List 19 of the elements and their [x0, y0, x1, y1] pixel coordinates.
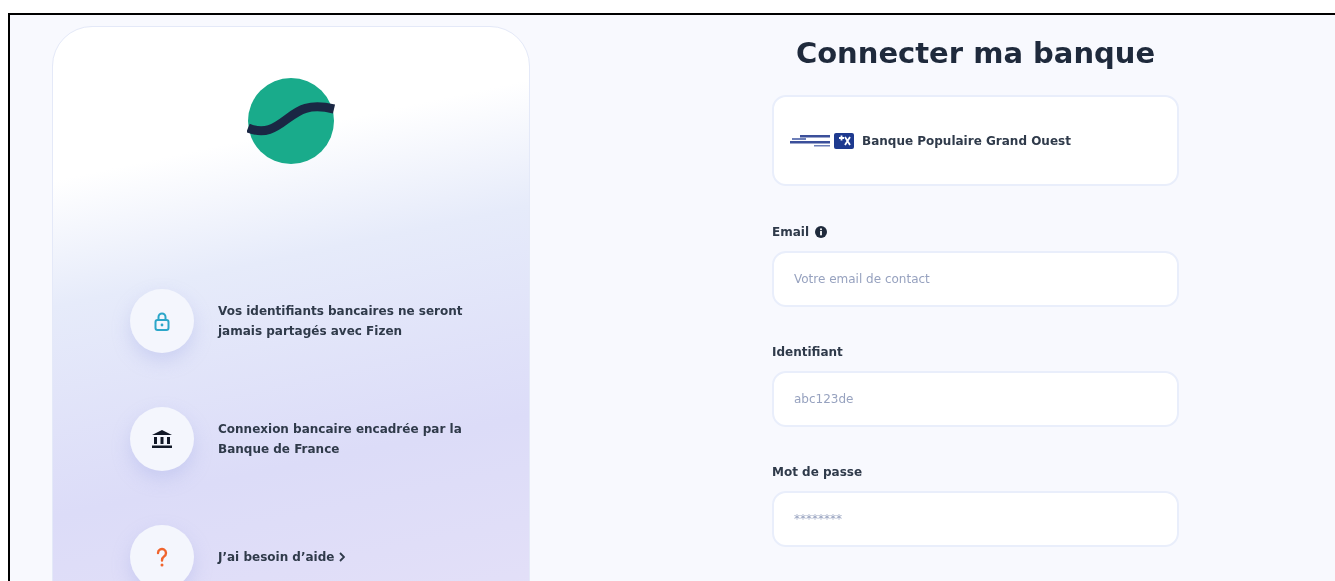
input-field[interactable]: ********: [772, 491, 1179, 547]
help-link[interactable]: J’ai besoin d’aide: [218, 548, 346, 566]
field-label: Identifiant: [772, 344, 843, 361]
field-label: Email: [772, 224, 810, 241]
bank-name: Banque Populaire Grand Ouest: [862, 132, 1071, 150]
bank-icon: [151, 429, 173, 449]
input-field[interactable]: abc123de: [772, 371, 1179, 427]
feature-text: Connexion bancaire encadrée par la Banque de France: [218, 421, 463, 458]
lock-icon: [154, 311, 170, 331]
logo-icon: [247, 77, 335, 165]
chevron-right-icon: [339, 552, 346, 562]
page-title: Connecter ma banque: [794, 35, 1157, 72]
input-field[interactable]: Votre email de contact: [772, 251, 1179, 307]
feature-text: Vos identifiants bancaires ne seront jamais partagés avec Fizen: [218, 303, 464, 340]
bank-logo-icon: [790, 131, 856, 150]
field-label: Mot de passe: [772, 464, 863, 481]
info-icon[interactable]: [815, 226, 828, 238]
question-mark-icon: [156, 547, 168, 567]
bank-card[interactable]: Banque Populaire Grand Ouest: [772, 95, 1179, 186]
